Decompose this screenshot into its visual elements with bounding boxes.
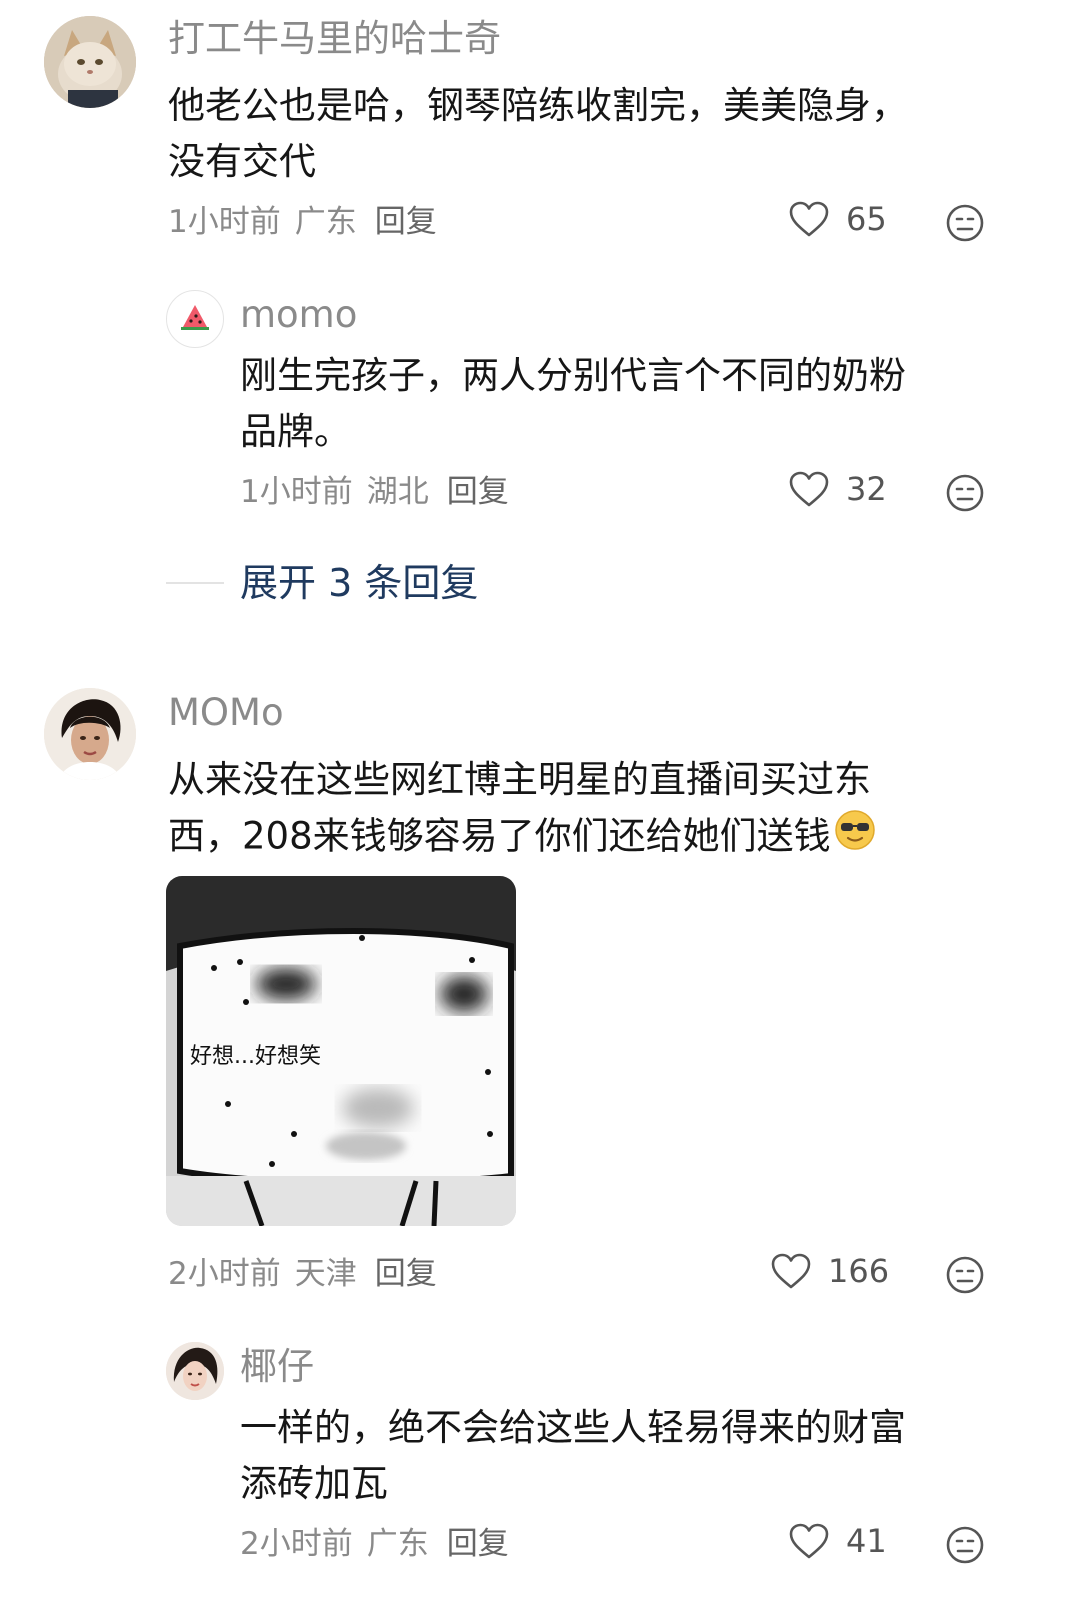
comment-meta: 1小时前 广东 回复 xyxy=(168,202,451,242)
like-button[interactable]: 41 xyxy=(788,1522,887,1560)
reply-line: 刚生完孩子，两人分别代言个不同的奶粉 xyxy=(240,354,906,397)
like-count: 166 xyxy=(828,1252,890,1290)
meh-face-icon xyxy=(946,204,984,242)
dislike-button[interactable] xyxy=(944,1524,986,1566)
like-button[interactable]: 65 xyxy=(788,200,887,238)
meh-face-icon xyxy=(946,1526,984,1564)
comment-text: 从来没在这些网红博主明星的直播间买过东 西，208来钱够容易了你们还给她们送钱 xyxy=(168,752,1008,868)
reply-text: 刚生完孩子，两人分别代言个不同的奶粉 品牌。 xyxy=(240,348,1020,460)
expand-divider xyxy=(166,582,224,584)
comment-time: 1小时前 xyxy=(168,204,281,240)
girl-portrait-avatar-icon xyxy=(166,1342,224,1400)
meh-face-icon xyxy=(946,1256,984,1294)
replier-avatar[interactable] xyxy=(166,290,224,348)
reply-button[interactable]: 回复 xyxy=(447,1526,509,1562)
reply-location: 广东 xyxy=(366,1526,429,1562)
comment-location: 广东 xyxy=(294,204,357,240)
replier-avatar[interactable] xyxy=(166,1342,224,1400)
comment-line-wrap: 西，208来钱够容易了你们还给她们送钱 xyxy=(168,808,1008,868)
heart-icon xyxy=(789,1523,829,1559)
like-count: 32 xyxy=(846,470,887,508)
dislike-button[interactable] xyxy=(944,1254,986,1296)
sunglasses-emoji-icon xyxy=(833,808,877,868)
comment-line: 没有交代 xyxy=(168,140,316,183)
comment-text: 他老公也是哈，钢琴陪练收割完，美美隐身， 没有交代 xyxy=(168,78,1008,190)
sticker-image[interactable]: 好想...好想笑 xyxy=(166,876,516,1226)
reply-line: 添砖加瓦 xyxy=(240,1462,388,1505)
commenter-avatar[interactable] xyxy=(44,688,136,780)
watermelon-avatar-icon xyxy=(181,305,209,330)
heart-icon xyxy=(789,471,829,507)
comment-time: 2小时前 xyxy=(168,1256,281,1292)
commenter-avatar[interactable] xyxy=(44,16,136,108)
like-count: 41 xyxy=(846,1522,887,1560)
commenter-name[interactable]: 打工牛马里的哈士奇 xyxy=(168,16,501,62)
heart-icon xyxy=(789,201,829,237)
reply-line: 一样的，绝不会给这些人轻易得来的财富 xyxy=(240,1406,906,1449)
replier-name[interactable]: momo xyxy=(240,292,357,338)
woman-portrait-avatar-icon xyxy=(44,688,136,780)
like-button[interactable]: 32 xyxy=(788,470,887,508)
reply-button[interactable]: 回复 xyxy=(375,1256,437,1292)
reply-text: 一样的，绝不会给这些人轻易得来的财富 添砖加瓦 xyxy=(240,1400,1020,1512)
cat-avatar-icon xyxy=(44,16,136,108)
sticker-caption: 好想...好想笑 xyxy=(190,1044,321,1069)
commenter-name[interactable]: MOMo xyxy=(168,690,284,736)
reply-button[interactable]: 回复 xyxy=(375,204,437,240)
dislike-button[interactable] xyxy=(944,202,986,244)
dislike-button[interactable] xyxy=(944,472,986,514)
heart-icon xyxy=(771,1253,811,1289)
replier-name[interactable]: 椰仔 xyxy=(240,1344,314,1390)
expand-replies-button[interactable]: 展开 3 条回复 xyxy=(240,560,478,606)
reply-time: 1小时前 xyxy=(240,474,353,510)
reply-meta: 2小时前 广东 回复 xyxy=(240,1524,523,1564)
reply-button[interactable]: 回复 xyxy=(447,474,509,510)
comment-line: 他老公也是哈，钢琴陪练收割完，美美隐身， xyxy=(168,84,908,127)
like-button[interactable]: 166 xyxy=(770,1252,889,1290)
comment-line: 西，208来钱够容易了你们还给她们送钱 xyxy=(168,814,831,858)
like-count: 65 xyxy=(846,200,887,238)
comment-line: 从来没在这些网红博主明星的直播间买过东 xyxy=(168,758,871,801)
reply-time: 2小时前 xyxy=(240,1526,353,1562)
reply-location: 湖北 xyxy=(366,474,429,510)
meh-face-icon xyxy=(946,474,984,512)
reply-line: 品牌。 xyxy=(240,410,351,453)
comment-location: 天津 xyxy=(294,1256,357,1292)
reply-meta: 1小时前 湖北 回复 xyxy=(240,472,523,512)
comment-meta: 2小时前 天津 回复 xyxy=(168,1254,451,1294)
